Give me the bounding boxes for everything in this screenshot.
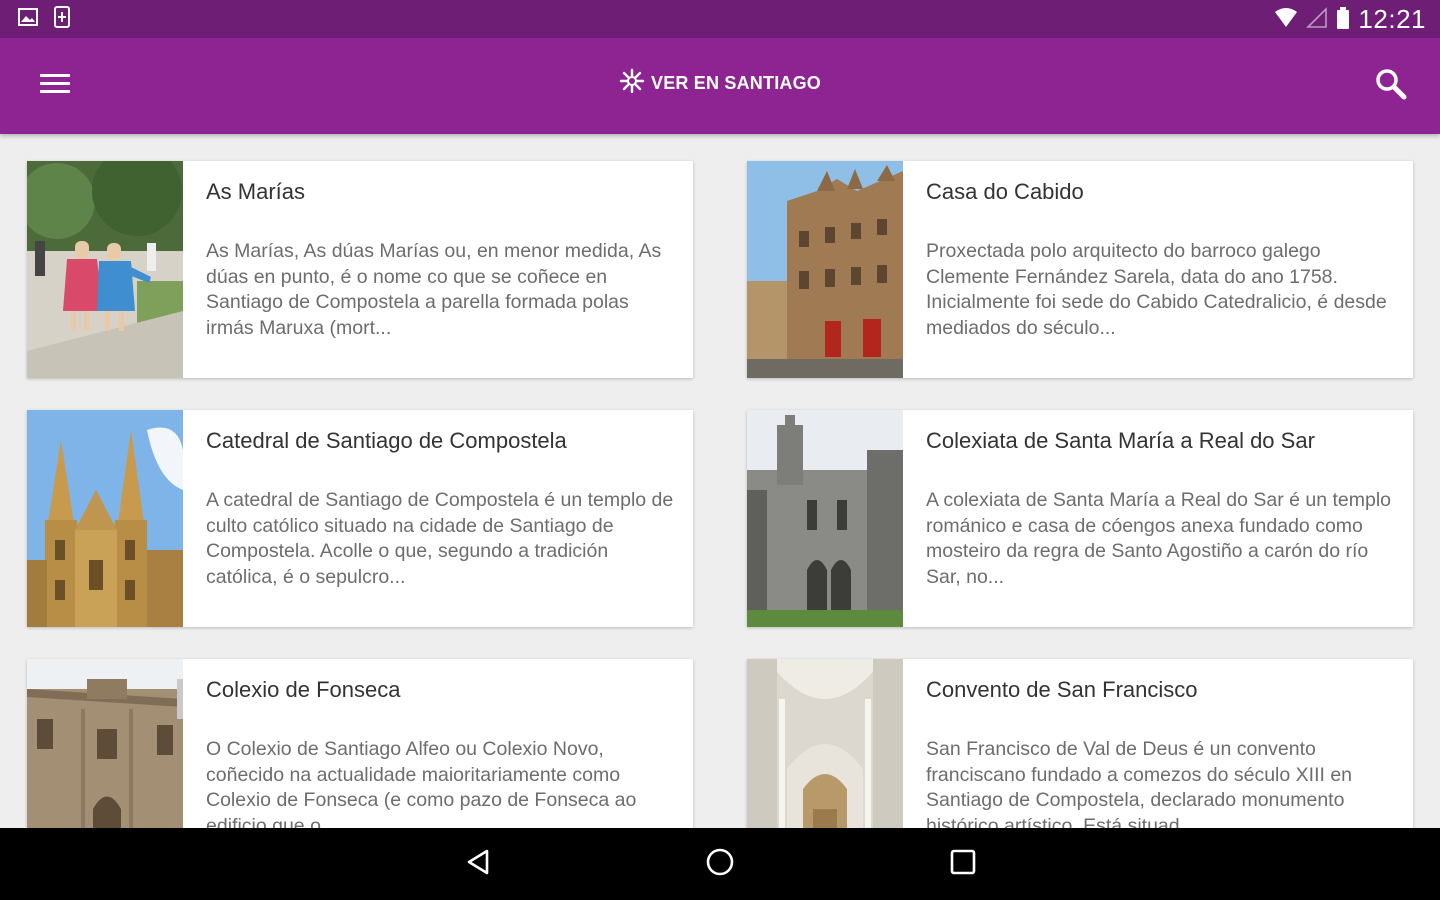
back-triangle-icon xyxy=(465,848,491,880)
place-thumbnail xyxy=(27,161,183,378)
place-thumbnail xyxy=(747,410,903,627)
place-title: Convento de San Francisco xyxy=(926,677,1198,702)
place-card-catedral[interactable]: Catedral de Santiago de Compostela A cat… xyxy=(27,410,693,627)
place-title: As Marías xyxy=(206,179,306,204)
place-title: Colexiata de Santa María a Real do Sar xyxy=(926,428,1315,453)
search-button[interactable] xyxy=(1368,64,1414,108)
place-thumbnail xyxy=(27,410,183,627)
recents-button[interactable] xyxy=(933,842,993,886)
app-bar: VER EN SANTIAGO xyxy=(0,38,1440,134)
place-title: Casa do Cabido xyxy=(926,179,1084,204)
search-icon xyxy=(1375,68,1407,104)
place-card-convento-san-francisco[interactable]: Convento de San Francisco San Francisco … xyxy=(747,659,1413,828)
recents-square-icon xyxy=(950,849,976,879)
back-button[interactable] xyxy=(448,842,508,886)
place-card-as-marias[interactable]: As Marías As Marías, As dúas Marías ou, … xyxy=(27,161,693,378)
flower-logo-icon xyxy=(619,68,645,98)
place-card-colexio-de-fonseca[interactable]: Colexio de Fonseca O Colexio de Santiago… xyxy=(27,659,693,828)
notification-icons xyxy=(18,6,72,28)
home-circle-icon xyxy=(705,847,735,881)
place-card-casa-do-cabido[interactable]: Casa do Cabido Proxectada polo arquitect… xyxy=(747,161,1413,378)
place-title: Catedral de Santiago de Compostela xyxy=(206,428,567,453)
place-thumbnail xyxy=(747,659,903,828)
place-description: San Francisco de Val de Deus é un conven… xyxy=(926,738,1353,828)
place-thumbnail xyxy=(747,161,903,378)
app-title: VER EN SANTIAGO xyxy=(650,72,822,93)
status-clock: 12:21 xyxy=(1358,4,1426,34)
app-logo: VER EN SANTIAGO xyxy=(0,68,1440,98)
status-bar: 12:21 xyxy=(0,0,1440,38)
wifi-icon xyxy=(1274,7,1298,33)
place-description: As Marías, As dúas Marías ou, en menor m… xyxy=(206,240,662,339)
system-nav-bar xyxy=(0,828,1440,900)
place-title: Colexio de Fonseca xyxy=(206,677,401,702)
place-thumbnail xyxy=(27,659,183,828)
battery-icon xyxy=(1336,6,1350,34)
system-icons: 12:21 xyxy=(1274,4,1426,35)
image-notification-icon xyxy=(18,6,38,28)
home-button[interactable] xyxy=(690,842,750,886)
place-description: A catedral de Santiago de Compostela é u… xyxy=(206,489,674,588)
place-description: Proxectada polo arquitecto do barroco ga… xyxy=(926,240,1387,339)
signal-icon xyxy=(1306,6,1328,33)
place-description: O Colexio de Santiago Alfeo ou Colexio N… xyxy=(206,738,637,828)
phone-notification-icon xyxy=(52,6,72,28)
place-card-colexiata-do-sar[interactable]: Colexiata de Santa María a Real do Sar A… xyxy=(747,410,1413,627)
place-description: A colexiata de Santa María a Real do Sar… xyxy=(926,489,1392,588)
places-grid: As Marías As Marías, As dúas Marías ou, … xyxy=(0,134,1440,828)
